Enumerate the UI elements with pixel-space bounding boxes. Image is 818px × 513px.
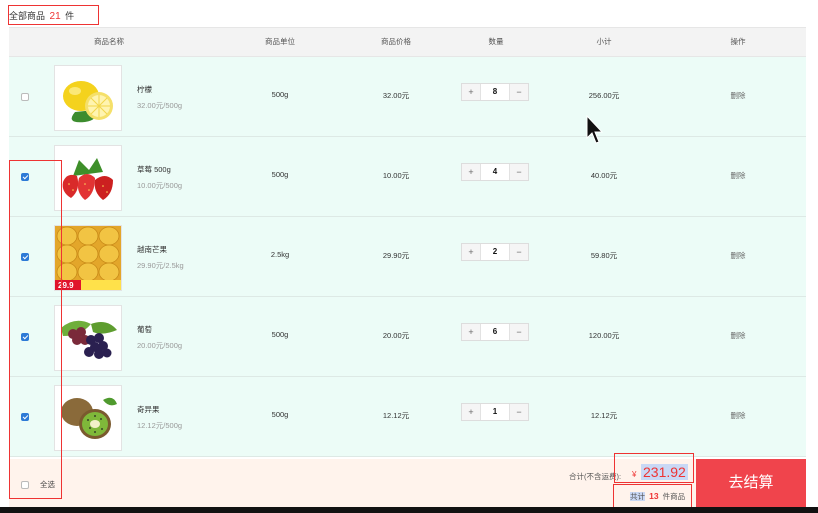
delete-link[interactable]: 删除: [723, 170, 753, 181]
row-subtotal: 40.00元: [590, 171, 618, 180]
decrease-button[interactable]: −: [509, 324, 528, 340]
strawberry-image: [54, 145, 122, 211]
quantity-stepper: + 4 −: [461, 163, 529, 181]
product-name[interactable]: 草莓 500g: [137, 164, 171, 175]
row-subtotal: 59.80元: [590, 251, 618, 260]
product-unit-price: 10.00元/500g: [137, 181, 183, 190]
table-row: 葡萄 20.00元/500g 500g 20.00元 + 6 − 120.00元…: [9, 297, 806, 377]
table-row: 29.9 越南芒果 29.90元/2.5kg 2.5kg 29.90元 + 2 …: [9, 217, 806, 297]
quantity-value[interactable]: 4: [480, 164, 510, 180]
header-quantity: 数量: [488, 37, 504, 46]
table-row: 奇异果 12.12元/500g 500g 12.12元 + 1 − 12.12元…: [9, 377, 806, 457]
product-unit-price: 32.00元/500g: [137, 101, 183, 110]
delete-link[interactable]: 删除: [723, 330, 753, 341]
quantity-stepper: + 6 −: [461, 323, 529, 341]
quantity-stepper: + 1 −: [461, 403, 529, 421]
increase-button[interactable]: +: [462, 84, 481, 100]
product-price: 12.12元: [382, 411, 410, 420]
product-name[interactable]: 葡萄: [137, 324, 152, 335]
product-name[interactable]: 柠檬: [137, 84, 152, 95]
quantity-stepper: + 8 −: [461, 83, 529, 101]
increase-button[interactable]: +: [462, 404, 481, 420]
row-subtotal: 12.12元: [590, 411, 618, 420]
quantity-value[interactable]: 1: [480, 404, 510, 420]
product-price: 20.00元: [382, 331, 410, 340]
highlight-box-total-amount: [614, 453, 694, 483]
decrease-button[interactable]: −: [509, 164, 528, 180]
row-subtotal: 120.00元: [588, 331, 620, 340]
product-price: 10.00元: [382, 171, 410, 180]
product-price: 29.90元: [382, 251, 410, 260]
product-unit: 2.5kg: [270, 250, 290, 259]
quantity-stepper: + 2 −: [461, 243, 529, 261]
highlight-box-item-count: [613, 484, 692, 508]
product-unit-price: 12.12元/500g: [137, 421, 183, 430]
table-row: 柠檬 32.00元/500g 500g 32.00元 + 8 − 256.00元…: [9, 57, 806, 137]
header-price: 商品价格: [381, 37, 411, 46]
increase-button[interactable]: +: [462, 324, 481, 340]
checkout-button[interactable]: 去结算: [696, 459, 806, 507]
product-unit: 500g: [271, 90, 289, 99]
quantity-value[interactable]: 6: [480, 324, 510, 340]
mouse-cursor-icon: [586, 115, 604, 144]
increase-button[interactable]: +: [462, 244, 481, 260]
product-unit-price: 29.90元/2.5kg: [137, 261, 184, 270]
product-unit: 500g: [271, 410, 289, 419]
kiwi-image: [54, 385, 122, 451]
product-name[interactable]: 越南芒果: [137, 244, 167, 255]
header-action: 操作: [730, 37, 746, 46]
highlight-box-checkboxes: [9, 160, 62, 499]
table-header: 商品名称 商品单位 商品价格 数量 小计 操作: [9, 27, 806, 57]
delete-link[interactable]: 删除: [723, 90, 753, 101]
product-unit: 500g: [271, 170, 289, 179]
quantity-value[interactable]: 2: [480, 244, 510, 260]
header-subtotal: 小计: [596, 37, 612, 46]
product-name[interactable]: 奇异果: [137, 404, 160, 415]
decrease-button[interactable]: −: [509, 404, 528, 420]
delete-link[interactable]: 删除: [723, 250, 753, 261]
quantity-value[interactable]: 8: [480, 84, 510, 100]
header-name: 商品名称: [94, 37, 124, 46]
table-row: 草莓 500g 10.00元/500g 500g 10.00元 + 4 − 40…: [9, 137, 806, 217]
bottom-bar: [0, 507, 818, 513]
mango-image: 29.9: [54, 225, 122, 291]
grape-image: [54, 305, 122, 371]
increase-button[interactable]: +: [462, 164, 481, 180]
product-unit-price: 20.00元/500g: [137, 341, 183, 350]
product-price: 32.00元: [382, 91, 410, 100]
lemon-image: [54, 65, 122, 131]
row-subtotal: 256.00元: [588, 91, 620, 100]
highlight-box-total: [8, 5, 99, 25]
decrease-button[interactable]: −: [509, 244, 528, 260]
delete-link[interactable]: 删除: [723, 410, 753, 421]
decrease-button[interactable]: −: [509, 84, 528, 100]
product-unit: 500g: [271, 330, 289, 339]
header-unit: 商品单位: [265, 37, 295, 46]
row-checkbox[interactable]: [21, 93, 29, 101]
cart-table: 商品名称 商品单位 商品价格 数量 小计 操作 柠檬 32.00元/500g 5…: [9, 27, 806, 507]
